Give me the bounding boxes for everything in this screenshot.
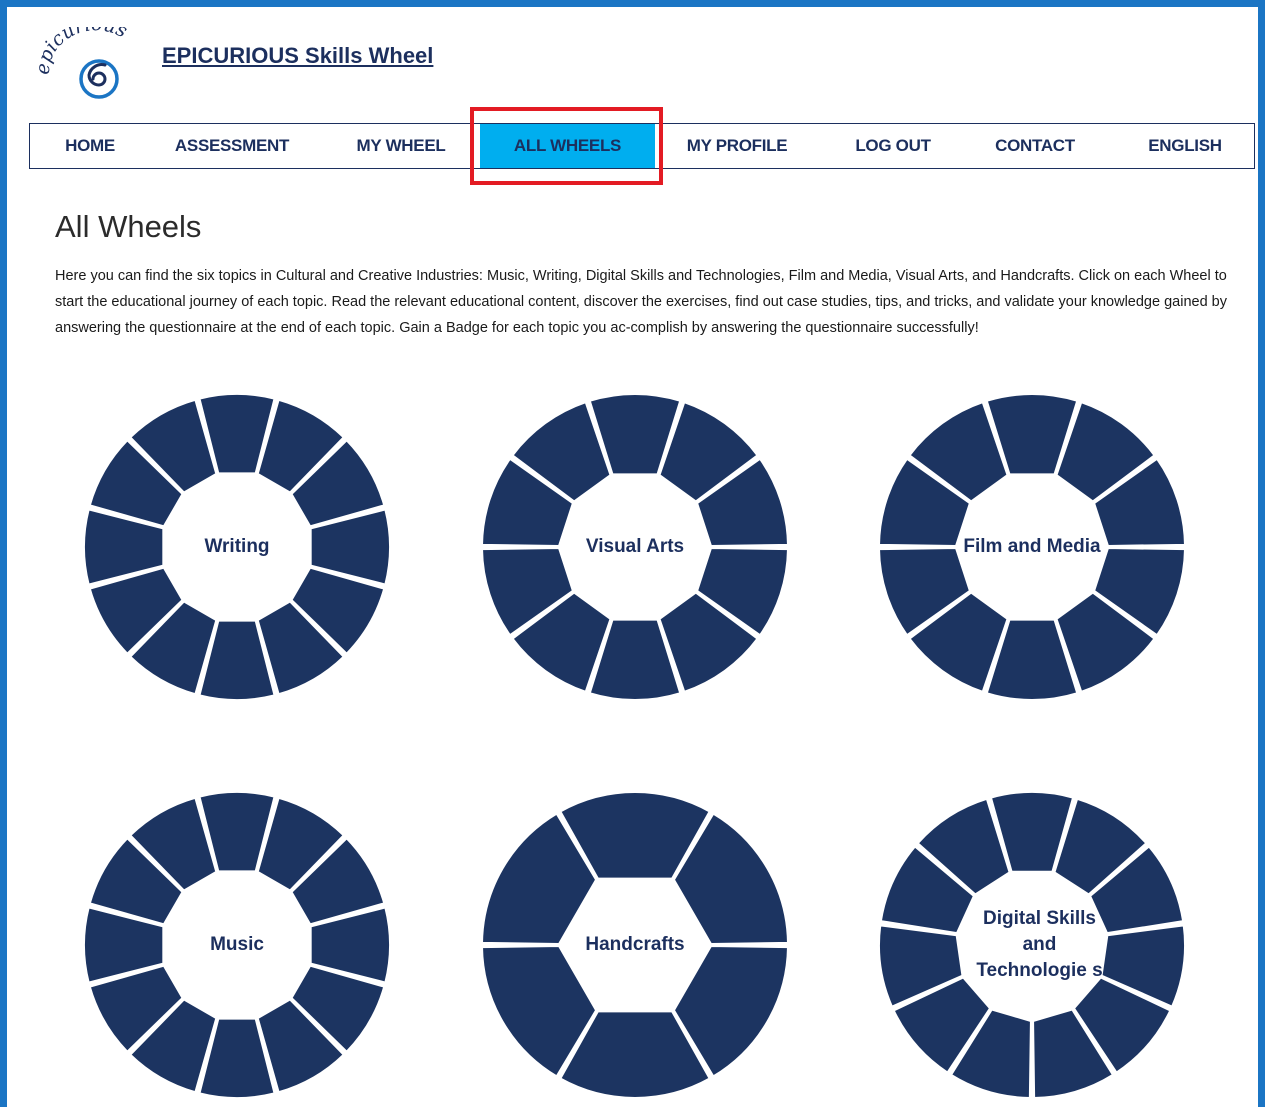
wheel-handcrafts[interactable]: Handcrafts	[480, 790, 790, 1100]
wheel-visual-arts[interactable]: Visual Arts	[480, 392, 790, 702]
nav-all-wheels[interactable]: ALL WHEELS	[480, 124, 655, 168]
page-title: All Wheels	[55, 209, 202, 244]
nav-home[interactable]: HOME	[50, 124, 130, 168]
wheel-writing-label: Writing	[204, 536, 270, 557]
site-title[interactable]: EPICURIOUS Skills Wheel	[162, 43, 433, 69]
nav-my-profile[interactable]: MY PROFILE	[672, 124, 802, 168]
nav-log-out[interactable]: LOG OUT	[838, 124, 948, 168]
main-nav: HOME ASSESSMENT MY WHEEL ALL WHEELS MY P…	[29, 123, 1255, 169]
wheel-film-and-media[interactable]: Film and Media	[877, 392, 1187, 702]
wheel-film-and-media-label: Film and Media	[963, 536, 1101, 557]
nav-english[interactable]: ENGLISH	[1130, 124, 1240, 168]
wheel-handcrafts-label: Handcrafts	[585, 934, 685, 955]
wheel-writing[interactable]: Writing	[82, 392, 392, 702]
epicurious-logo[interactable]: epicurious	[32, 13, 150, 102]
wheel-music[interactable]: Music	[82, 790, 392, 1100]
nav-my-wheel[interactable]: MY WHEEL	[340, 124, 462, 168]
wheel-visual-arts-label: Visual Arts	[585, 536, 685, 557]
intro-text: Here you can find the six topics in Cult…	[55, 268, 1227, 336]
wheel-music-label: Music	[210, 934, 264, 955]
wheel-digital-skills-label: Digital Skills and Technologie s	[976, 908, 1103, 981]
browser-frame: epicurious EPICURIOUS Skills Wheel HOME …	[0, 0, 1265, 1107]
wheel-digital-skills[interactable]: Digital Skills and Technologie s	[877, 790, 1187, 1100]
nav-contact[interactable]: CONTACT	[980, 124, 1090, 168]
nav-assessment[interactable]: ASSESSMENT	[162, 124, 302, 168]
